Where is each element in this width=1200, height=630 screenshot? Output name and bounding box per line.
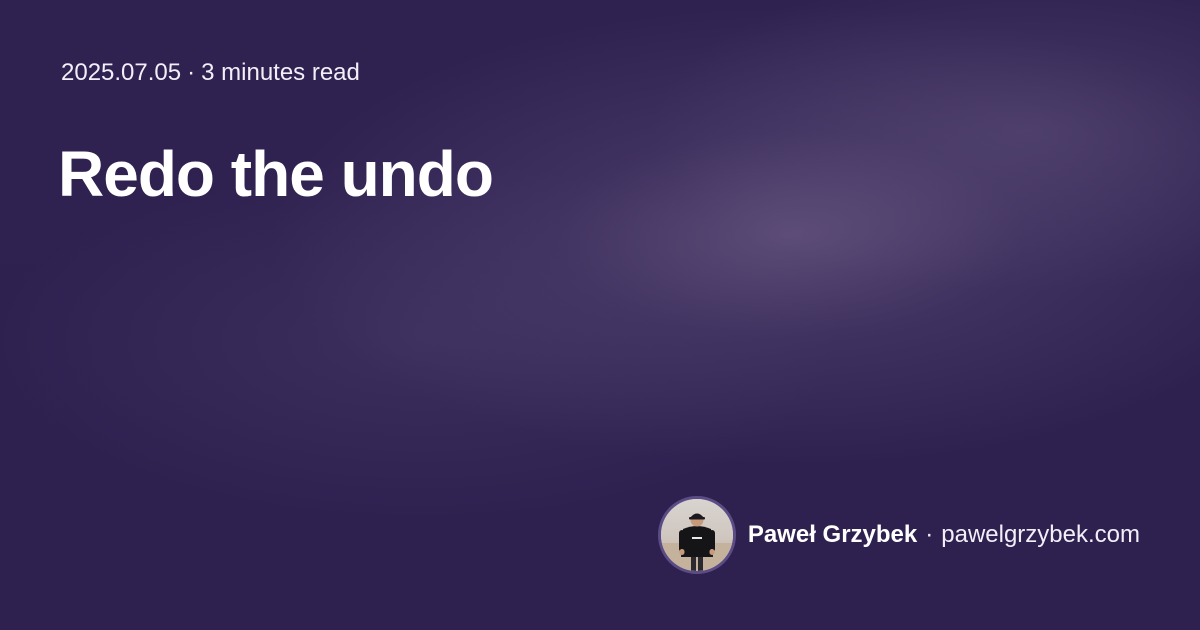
post-meta: 2025.07.05 · 3 minutes read bbox=[61, 58, 360, 88]
author-block: Paweł Grzybek · pawelgrzybek.com bbox=[657, 496, 1140, 574]
author-site-link[interactable]: pawelgrzybek.com bbox=[941, 521, 1140, 549]
read-time: 3 minutes read bbox=[201, 59, 360, 86]
post-title: Redo the undo bbox=[58, 138, 494, 210]
avatar bbox=[657, 496, 736, 574]
author-photo-icon bbox=[660, 499, 733, 571]
author-separator: · bbox=[925, 521, 934, 548]
post-date: 2025.07.05 bbox=[61, 59, 182, 86]
author-name: Paweł Grzybek bbox=[747, 521, 918, 548]
meta-separator: · bbox=[187, 59, 196, 86]
